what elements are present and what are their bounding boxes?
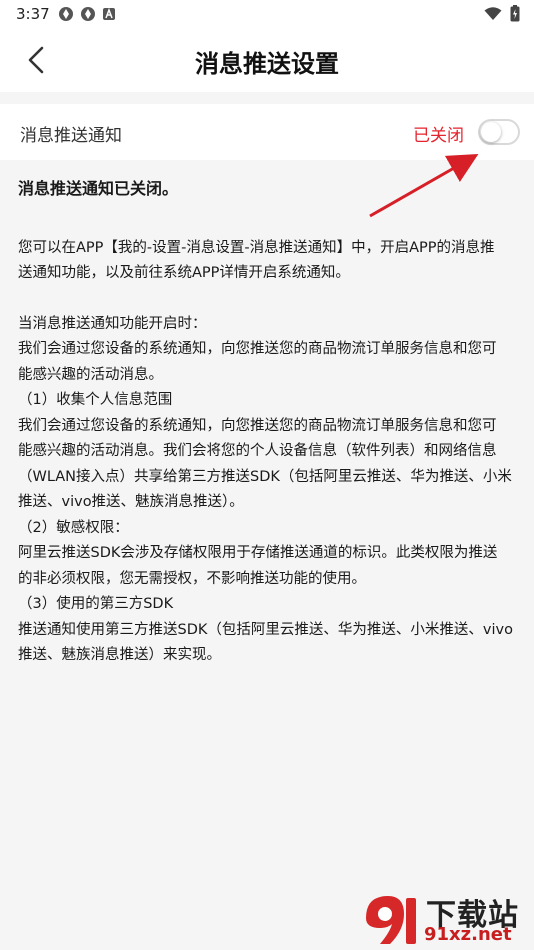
content-body: 消息推送通知已关闭。 您可以在APP【我的-设置-消息设置-消息推送通知】中，开… (18, 176, 518, 669)
status-right-icons (484, 5, 520, 22)
content-line: 的非必须权限，您无需授权，不影响推送功能的使用。 (18, 570, 366, 587)
notification-a-icon (103, 7, 115, 20)
status-bar: 3:37 (0, 0, 534, 28)
push-notification-toggle[interactable] (478, 119, 520, 145)
content-line: （2）敏感权限： (18, 519, 129, 536)
content-line: 推送通知使用第三方推送SDK（包括阿里云推送、华为推送、小米推送、vivo (18, 621, 513, 638)
site-watermark: 下载站 91xz.net (360, 890, 530, 948)
toggle-knob (481, 122, 501, 142)
content-line: 推送、魅族消息推送）来实现。 (18, 647, 221, 663)
app-icon (81, 7, 95, 21)
app-icon (59, 7, 73, 21)
content-line: 推送、vivo推送、魅族消息推送）。 (18, 494, 244, 510)
status-app-icons (58, 6, 116, 22)
wifi-icon (484, 6, 502, 20)
watermark-logo (366, 896, 416, 944)
content-line: 我们会通过您设备的系统通知，向您推送您的商品物流订单服务信息和您可 (18, 417, 497, 434)
content-line: 当消息推送通知功能开启时： (18, 315, 207, 332)
content-line: 送通知功能，以及前往系统APP详情开启系统通知。 (18, 265, 350, 281)
content-line: 您可以在APP【我的-设置-消息设置-消息推送通知】中，开启APP的消息推 (18, 239, 495, 256)
battery-icon (510, 5, 520, 22)
watermark-site: 91xz.net (424, 924, 512, 945)
content-line: 我们会通过您设备的系统通知，向您推送您的商品物流订单服务信息和您可 (18, 341, 497, 357)
content-line: 能感兴趣的活动消息。我们会将您的个人设备信息（软件列表）和网络信息 (18, 443, 497, 459)
content-line: 能感兴趣的活动消息。 (18, 366, 163, 383)
app-header: 消息推送设置 (0, 28, 534, 92)
setting-status-text: 已关闭 (413, 126, 464, 146)
content-line: 阿里云推送SDK会涉及存储权限用于存储推送通道的标识。此类权限为推送 (18, 545, 498, 561)
setting-label: 消息推送通知 (20, 126, 122, 146)
content-headline: 消息推送通知已关闭。 (18, 179, 179, 198)
content-line: （WLAN接入点）共享给第三方推送SDK（包括阿里云推送、华为推送、小米 (18, 468, 512, 485)
content-line: （1）收集个人信息范围 (18, 392, 173, 408)
content-line: （3）使用的第三方SDK (18, 596, 174, 612)
status-time: 3:37 (16, 5, 50, 23)
page-title: 消息推送设置 (195, 50, 339, 78)
